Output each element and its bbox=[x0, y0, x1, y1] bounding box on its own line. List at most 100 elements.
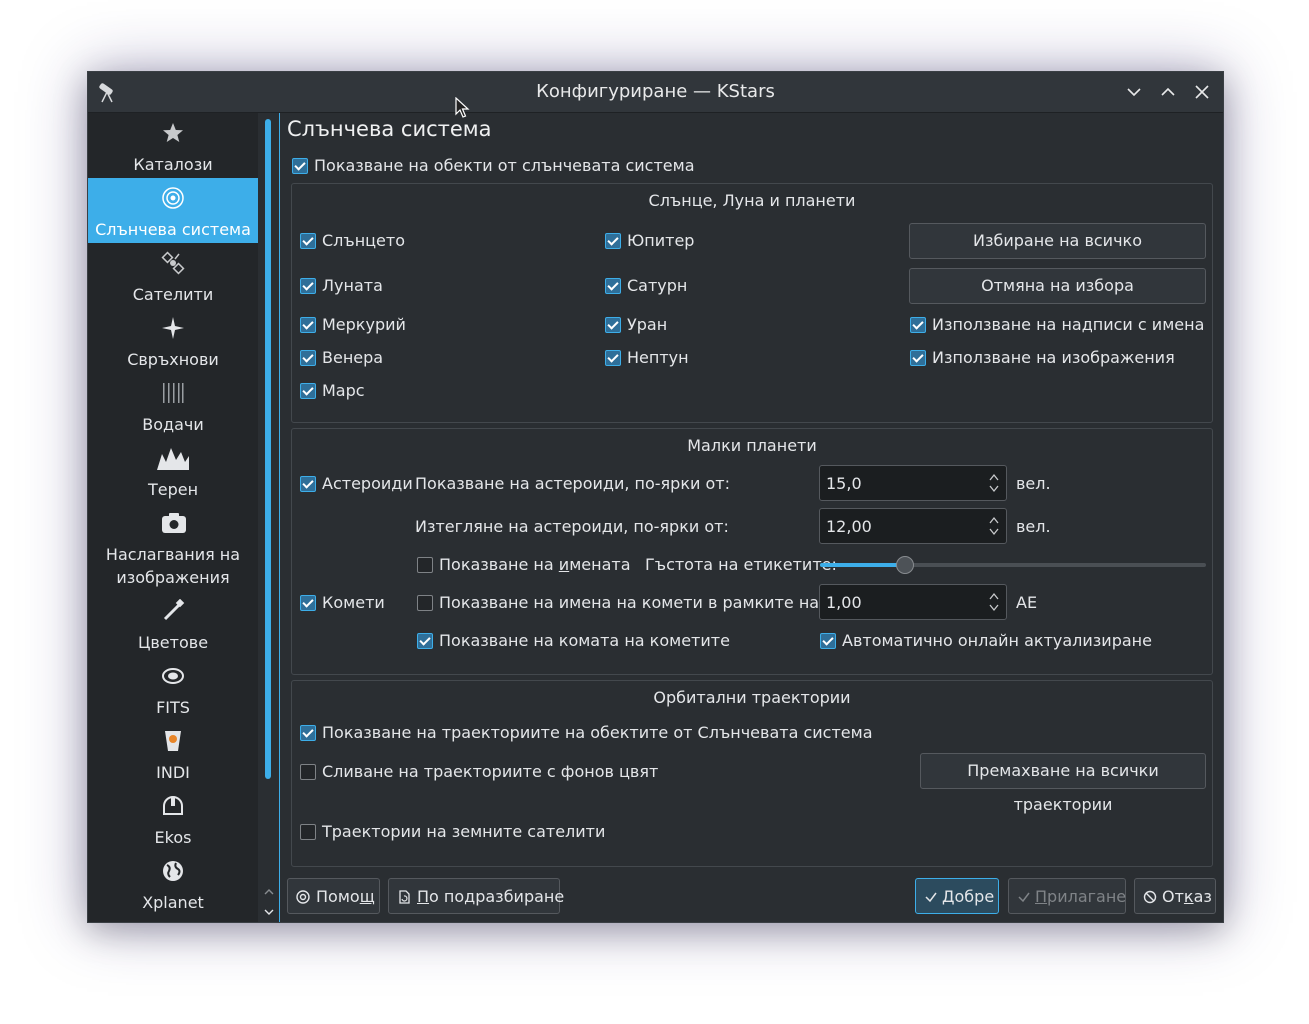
show-names-checkbox[interactable] bbox=[417, 557, 433, 573]
use-name-labels-checkbox[interactable] bbox=[910, 317, 926, 333]
camera-icon bbox=[161, 511, 186, 535]
solar-system-icon bbox=[161, 186, 185, 210]
comets-checkbox[interactable] bbox=[300, 595, 316, 611]
scroll-down-icon[interactable] bbox=[263, 903, 275, 922]
neptune-label: Нептун bbox=[627, 348, 689, 367]
show-solar-objects-checkbox[interactable] bbox=[292, 158, 308, 174]
orbit-trails-group: Орбитални траектории Показване на траект… bbox=[291, 680, 1213, 867]
slider-handle[interactable] bbox=[896, 556, 914, 574]
ok-button[interactable]: Добре bbox=[915, 878, 999, 914]
show-coma-label: Показване на комата на кометите bbox=[439, 631, 730, 650]
draw-asteroids-value: 12,00 bbox=[826, 517, 872, 536]
jupiter-checkbox[interactable] bbox=[605, 233, 621, 249]
show-trails-label: Показване на траекториите на обектите от… bbox=[322, 723, 873, 742]
deselect-button[interactable]: Отмяна на избора bbox=[909, 268, 1206, 304]
auto-update-checkbox[interactable] bbox=[820, 633, 836, 649]
sidebar-item-fits[interactable]: FITS bbox=[88, 656, 258, 721]
venus-checkbox[interactable] bbox=[300, 350, 316, 366]
sidebar-item-indi[interactable]: INDI bbox=[88, 721, 258, 786]
document-revert-icon bbox=[397, 889, 411, 908]
asteroids-checkbox[interactable] bbox=[300, 476, 316, 492]
ekos-icon bbox=[161, 794, 185, 818]
label-density-slider[interactable] bbox=[820, 555, 1206, 575]
satellite-trails-checkbox[interactable] bbox=[300, 824, 316, 840]
color-picker-icon bbox=[161, 598, 185, 623]
comet-distance-spinbox[interactable]: 1,00 bbox=[819, 584, 1007, 620]
spin-arrows-icon[interactable] bbox=[988, 514, 1000, 542]
slider-fill bbox=[820, 563, 905, 567]
mercury-checkbox[interactable] bbox=[300, 317, 316, 333]
draw-asteroids-label: Изтегляне на астероиди, по-ярки от: bbox=[415, 517, 729, 536]
draw-asteroids-spinbox[interactable]: 12,00 bbox=[819, 508, 1007, 544]
sidebar-item-satellites[interactable]: Сателити bbox=[88, 243, 258, 308]
fits-icon bbox=[161, 664, 185, 688]
saturn-checkbox[interactable] bbox=[605, 278, 621, 294]
mars-checkbox[interactable] bbox=[300, 383, 316, 399]
orbit-trails-group-title: Орбитални траектории bbox=[653, 688, 851, 707]
close-button[interactable] bbox=[1192, 82, 1212, 102]
maximize-button[interactable] bbox=[1158, 82, 1178, 102]
saturn-label: Сатурн bbox=[627, 276, 688, 295]
mars-label: Марс bbox=[322, 381, 365, 400]
sun-checkbox[interactable] bbox=[300, 233, 316, 249]
apply-button[interactable]: Прилагане bbox=[1008, 878, 1126, 914]
show-comet-names-checkbox[interactable] bbox=[417, 595, 433, 611]
sidebar-scrollbar[interactable] bbox=[259, 113, 278, 922]
sidebar-item-catalogs[interactable]: Каталози bbox=[88, 113, 258, 178]
remove-all-trails-button[interactable]: Премахване на всички траектории bbox=[920, 753, 1206, 814]
uranus-checkbox[interactable] bbox=[605, 317, 621, 333]
guides-icon bbox=[161, 381, 185, 405]
satellite-trails-label: Траектории на земните сателити bbox=[322, 822, 606, 841]
show-asteroids-label: Показване на астероиди, по-ярки от: bbox=[415, 474, 730, 493]
scrollbar-thumb[interactable] bbox=[265, 119, 271, 779]
sidebar-item-colors[interactable]: Цветове bbox=[88, 591, 258, 656]
planets-group: Слънце, Луна и планети Слънцето Луната М… bbox=[291, 183, 1213, 423]
satellite-icon bbox=[161, 251, 185, 275]
title-bar: Конфигуриране — KStars bbox=[88, 72, 1223, 113]
show-coma-checkbox[interactable] bbox=[417, 633, 433, 649]
show-asteroids-unit: вел. bbox=[1016, 474, 1051, 493]
cancel-button[interactable]: Отказ bbox=[1134, 878, 1216, 914]
label-density-label: Гъстота на етикетите: bbox=[645, 555, 837, 574]
config-dialog: Конфигуриране — KStars Каталози Слънчева… bbox=[87, 71, 1224, 923]
fade-trails-checkbox[interactable] bbox=[300, 764, 316, 780]
sidebar-item-xplanet[interactable]: Xplanet bbox=[88, 851, 258, 916]
scroll-up-icon[interactable] bbox=[263, 883, 275, 902]
draw-asteroids-unit: вел. bbox=[1016, 517, 1051, 536]
show-solar-objects-label: Показване на обекти от слънчевата систем… bbox=[314, 156, 695, 175]
sidebar-item-ekos[interactable]: Ekos bbox=[88, 786, 258, 851]
show-asteroids-spinbox[interactable]: 15,0 bbox=[819, 465, 1007, 501]
checkmark-icon bbox=[1017, 889, 1031, 908]
supernova-icon bbox=[161, 316, 185, 340]
sidebar-item-supernovae[interactable]: Свръхнови bbox=[88, 308, 258, 373]
sidebar: Каталози Слънчева система Сателити Свръх… bbox=[88, 113, 258, 922]
sun-label: Слънцето bbox=[322, 231, 406, 250]
cancel-icon bbox=[1143, 889, 1157, 908]
use-name-labels-label: Използване на надписи с имена bbox=[932, 315, 1205, 334]
neptune-checkbox[interactable] bbox=[605, 350, 621, 366]
show-trails-checkbox[interactable] bbox=[300, 725, 316, 741]
sidebar-item-image-overlays[interactable]: Наслагвания на изображения bbox=[88, 503, 258, 591]
spin-arrows-icon[interactable] bbox=[988, 590, 1000, 618]
sidebar-item-terrain[interactable]: Терен bbox=[88, 438, 258, 503]
defaults-button[interactable]: По подразбиране bbox=[388, 878, 564, 914]
sidebar-item-guides[interactable]: Водачи bbox=[88, 373, 258, 438]
comet-distance-unit: АЕ bbox=[1016, 593, 1038, 612]
venus-label: Венера bbox=[322, 348, 384, 367]
mercury-label: Меркурий bbox=[322, 315, 406, 334]
mouse-cursor-icon bbox=[455, 96, 471, 123]
moon-checkbox[interactable] bbox=[300, 278, 316, 294]
minor-planets-group-title: Малки планети bbox=[687, 436, 817, 455]
help-button[interactable]: Помощ bbox=[287, 878, 380, 914]
show-asteroids-value: 15,0 bbox=[826, 474, 862, 493]
show-names-label: Показване на имената bbox=[439, 555, 631, 574]
terrain-icon bbox=[157, 446, 189, 470]
use-images-checkbox[interactable] bbox=[910, 350, 926, 366]
select-all-button[interactable]: Избиране на всичко bbox=[909, 223, 1206, 259]
minimize-button[interactable] bbox=[1124, 82, 1144, 102]
spin-arrows-icon[interactable] bbox=[988, 471, 1000, 499]
sidebar-item-solar-system[interactable]: Слънчева система bbox=[88, 178, 258, 243]
checkmark-icon bbox=[924, 889, 938, 908]
show-comet-names-label: Показване на имена на комети в рамките н… bbox=[439, 593, 825, 612]
planets-group-title: Слънце, Луна и планети bbox=[648, 191, 856, 210]
